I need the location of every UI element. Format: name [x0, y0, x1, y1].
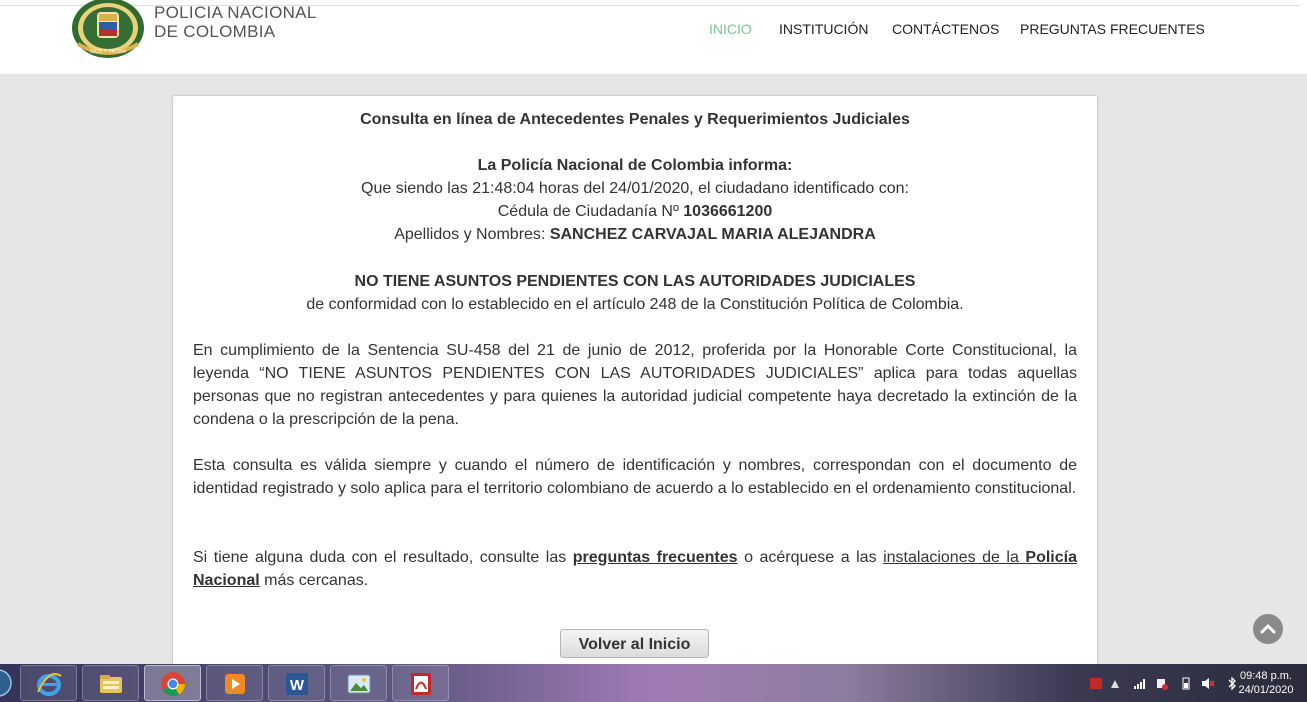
informa-heading: La Policía Nacional de Colombia informa: — [477, 157, 793, 174]
dudas-text-1: Si tiene alguna duda con el resultado, c… — [193, 549, 573, 566]
word-icon: W — [286, 673, 308, 695]
nombres-label: Apellidos y Nombres: — [394, 226, 550, 243]
back-to-home-button[interactable]: Volver al Inicio — [560, 629, 709, 658]
page-title: Consulta en línea de Antecedentes Penale… — [360, 111, 910, 128]
brand-line-1: POLICIA NACIONAL — [154, 3, 317, 22]
taskbar-pdf-reader[interactable] — [392, 665, 449, 701]
safely-remove-hardware-icon[interactable] — [1109, 677, 1123, 690]
consulta-timestamp: Que siendo las 21:48:04 horas del 24/01/… — [361, 180, 909, 197]
result-status: NO TIENE ASUNTOS PENDIENTES CON LAS AUTO… — [354, 273, 916, 290]
cedula-line: Cédula de Ciudadanía Nº 1036661200 — [173, 200, 1097, 223]
media-player-icon — [225, 674, 245, 694]
cedula-value: 1036661200 — [683, 203, 773, 220]
internet-explorer-icon — [37, 673, 62, 696]
system-tray: 09:48 p.m. 24/01/2020 — [1077, 664, 1307, 702]
windows-taskbar: W 09:48 p.m. 24/01/2020 — [0, 664, 1307, 702]
photo-viewer-icon — [347, 674, 371, 694]
cedula-label: Cédula de Ciudadanía Nº — [497, 203, 684, 220]
taskbar-word[interactable]: W — [268, 665, 325, 701]
result-card: Consulta en línea de Antecedentes Penale… — [172, 95, 1098, 697]
result-block: NO TIENE ASUNTOS PENDIENTES CON LAS AUTO… — [173, 270, 1097, 316]
nav-preguntas-frecuentes[interactable]: PREGUNTAS FRECUENTES — [1020, 21, 1205, 37]
clock-date: 24/01/2020 — [1238, 684, 1294, 696]
taskbar-media-player[interactable] — [206, 665, 263, 701]
validez-paragraph: Esta consulta es válida siempre y cuando… — [193, 457, 1077, 497]
scroll-to-top-button[interactable] — [1253, 614, 1283, 644]
pdf-tray-icon[interactable] — [1089, 677, 1103, 690]
dudas-text-2: o acérquese a las — [737, 549, 884, 566]
chrome-icon — [161, 672, 185, 696]
nav-contactenos[interactable]: CONTÁCTENOS — [892, 21, 999, 37]
dudas-text-3: más cercanas. — [259, 572, 369, 589]
brand-line-2: DE COLOMBIA — [154, 22, 276, 41]
taskbar-chrome[interactable] — [144, 665, 201, 701]
start-orb-icon[interactable] — [0, 667, 12, 699]
brand-name[interactable]: POLICIA NACIONAL DE COLOMBIA — [154, 3, 317, 41]
taskbar-clock[interactable]: 09:48 p.m. 24/01/2020 — [1231, 669, 1301, 697]
site-header: DIOS Y PATRIA POLICIA NACIONAL DE COLOMB… — [0, 0, 1307, 74]
file-explorer-icon — [100, 675, 122, 693]
logo-motto: DIOS Y PATRIA — [90, 49, 126, 55]
citizen-info: La Policía Nacional de Colombia informa:… — [173, 154, 1097, 246]
network-signal-icon[interactable] — [1133, 677, 1147, 690]
clock-time: 09:48 p.m. — [1240, 670, 1292, 682]
sentencia-paragraph: En cumplimiento de la Sentencia SU-458 d… — [193, 342, 1077, 428]
taskbar-file-explorer[interactable] — [82, 665, 139, 701]
volume-muted-icon[interactable] — [1201, 677, 1215, 690]
network-warning-icon[interactable] — [1155, 677, 1169, 690]
nombres-line: Apellidos y Nombres: SANCHEZ CARVAJAL MA… — [173, 223, 1097, 246]
svg-text:W: W — [290, 677, 305, 694]
taskbar-photo-viewer[interactable] — [330, 665, 387, 701]
nombres-value: SANCHEZ CARVAJAL MARIA ALEJANDRA — [549, 226, 876, 243]
dudas-paragraph: Si tiene alguna duda con el resultado, c… — [193, 546, 1077, 592]
nav-inicio[interactable]: INICIO — [709, 21, 752, 37]
instalaciones-link-text: instalaciones de la — [883, 549, 1026, 566]
taskbar-internet-explorer[interactable] — [20, 665, 77, 701]
police-shield-logo[interactable]: DIOS Y PATRIA — [70, 0, 146, 60]
nav-institucion[interactable]: INSTITUCIÓN — [779, 21, 868, 37]
chevron-up-icon — [1260, 624, 1276, 634]
battery-icon[interactable] — [1179, 677, 1193, 690]
pdf-reader-icon — [411, 673, 431, 695]
conformidad-text: de conformidad con lo establecido en el … — [306, 296, 964, 313]
preguntas-frecuentes-link[interactable]: preguntas frecuentes — [573, 549, 738, 566]
